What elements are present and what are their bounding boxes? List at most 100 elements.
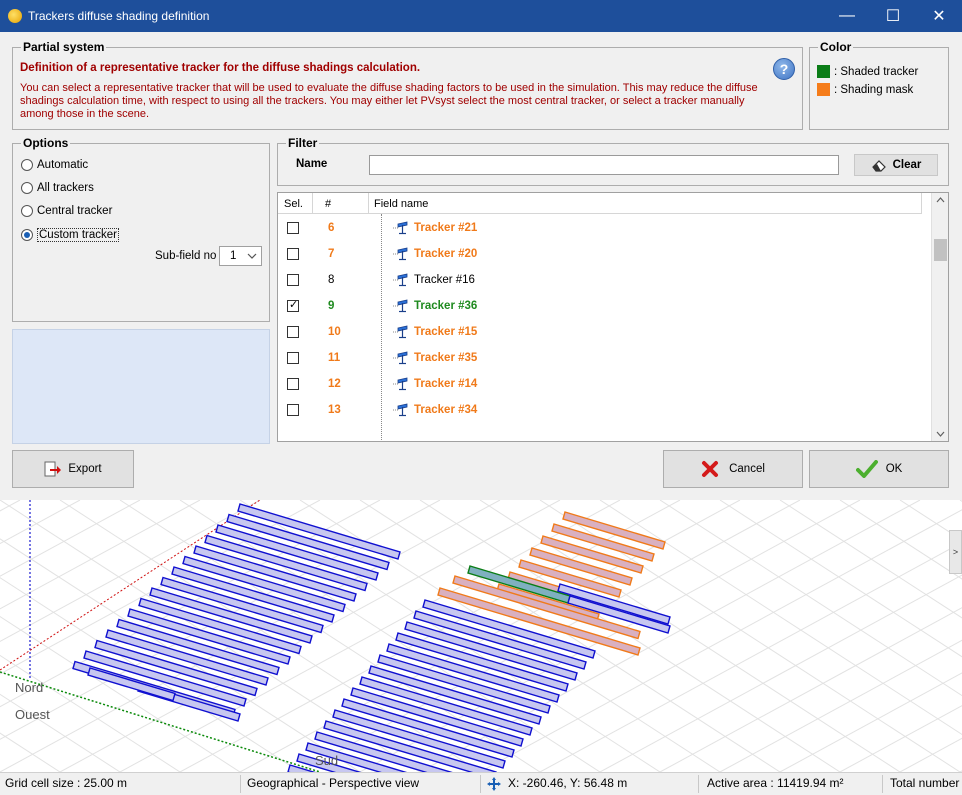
table-row[interactable]: 9 Tracker #36 [278, 293, 922, 319]
row-field-name: Tracker #21 [414, 222, 478, 234]
option-central-tracker[interactable]: Central tracker [21, 205, 112, 217]
row-number: 13 [328, 404, 341, 416]
row-checkbox[interactable] [287, 326, 299, 338]
row-checkbox[interactable] [287, 274, 299, 286]
table-row[interactable]: 11 Tracker #35 [278, 345, 922, 371]
row-number: 7 [328, 248, 335, 260]
table-row[interactable]: 7 Tracker #20 [278, 241, 922, 267]
row-checkbox[interactable] [287, 222, 299, 234]
row-checkbox[interactable] [287, 248, 299, 260]
dialog-body: Partial system Definition of a represent… [0, 32, 962, 500]
options-title: Options [21, 136, 71, 150]
table-row[interactable]: 8 Tracker #16 [278, 267, 922, 293]
row-checkbox[interactable] [287, 352, 299, 364]
side-panel-toggle[interactable]: > [949, 530, 962, 574]
table-row[interactable]: 12 Tracker #14 [278, 371, 922, 397]
option-automatic[interactable]: Automatic [21, 159, 88, 171]
scene-view[interactable]: Nord Ouest Sud [0, 500, 962, 772]
row-checkbox[interactable] [287, 298, 299, 312]
west-label: Ouest [15, 707, 50, 722]
minimize-icon: — [839, 7, 855, 24]
row-field-name: Tracker #14 [414, 378, 478, 390]
grid-scrollbar[interactable] [931, 193, 948, 441]
scroll-down-icon[interactable] [936, 431, 945, 437]
row-checkbox[interactable] [287, 404, 299, 416]
name-label: Name [296, 158, 328, 170]
radio-button[interactable] [21, 159, 33, 171]
legend-shading-mask: : Shading mask [817, 83, 913, 96]
description-text: You can select a representative tracker … [20, 82, 758, 120]
table-row[interactable]: 13 Tracker #34 [278, 397, 922, 423]
grid-line [359, 500, 781, 772]
maximize-button[interactable]: ☐ [870, 0, 916, 32]
ok-button[interactable]: OK [809, 450, 949, 488]
help-icon[interactable]: ? [773, 58, 795, 80]
row-number: 8 [328, 274, 335, 286]
color-group: Color : Shaded tracker : Shading mask [809, 40, 949, 130]
window-title: Trackers diffuse shading definition [28, 9, 210, 23]
filter-group: Filter Name Clear [277, 136, 949, 186]
cancel-x-icon [702, 461, 719, 477]
radio-button-selected[interactable] [21, 229, 33, 241]
grid-cell-size: Grid cell size : 25.00 m [5, 776, 128, 790]
grid-line [719, 500, 962, 658]
close-button[interactable]: ✕ [916, 0, 962, 32]
partial-system-title: Partial system [21, 40, 107, 54]
minimize-button[interactable]: — [824, 0, 870, 32]
export-button[interactable]: Export [12, 450, 134, 488]
grid-line [0, 693, 121, 772]
grid-line [839, 500, 962, 580]
eraser-icon [871, 160, 886, 172]
option-all-trackers[interactable]: All trackers [21, 182, 94, 194]
north-label: Nord [15, 680, 44, 695]
description-heading: Definition of a representative tracker f… [20, 62, 421, 74]
radio-button[interactable] [21, 205, 33, 217]
move-crosshair-icon [487, 777, 501, 791]
table-row[interactable]: 10 Tracker #15 [278, 319, 922, 345]
grid-line [839, 705, 962, 772]
row-field-name: Tracker #34 [414, 404, 478, 416]
name-filter-input[interactable] [369, 155, 839, 175]
tracker-icon [393, 403, 408, 417]
row-field-name: Tracker #35 [414, 352, 478, 364]
row-number: 11 [328, 352, 341, 364]
title-bar: Trackers diffuse shading definition — ☐ … [0, 0, 962, 32]
tracker-grid[interactable]: Sel. # Field name 6 Tracker #21 7 Tracker #… [277, 192, 949, 442]
tracker-icon [393, 325, 408, 339]
row-number: 10 [328, 326, 341, 338]
total-number: Total number [890, 776, 960, 790]
grid-line [779, 500, 962, 619]
active-area: Active area : 11419.94 m² [707, 776, 844, 790]
option-custom-tracker[interactable]: Custom tracker [21, 228, 119, 242]
tracker-icon [393, 299, 408, 313]
scene-canvas[interactable] [0, 500, 962, 772]
header-sel[interactable]: Sel. [284, 198, 303, 210]
header-field-name[interactable]: Field name [374, 198, 428, 210]
chevron-right-icon: > [952, 547, 959, 557]
tracker-icon [393, 273, 408, 287]
shaded-tracker-swatch [817, 65, 830, 78]
subfield-select[interactable]: 1 [219, 246, 262, 266]
subfield-label: Sub-field no [155, 250, 217, 262]
clear-button[interactable]: Clear [854, 154, 938, 176]
south-label: Sud [315, 753, 339, 768]
row-number: 12 [328, 378, 341, 390]
radio-button[interactable] [21, 182, 33, 194]
options-group: Options Automatic All trackers Central t… [12, 136, 270, 322]
info-panel [12, 329, 270, 444]
row-checkbox[interactable] [287, 378, 299, 390]
app-icon [8, 9, 22, 23]
legend-shaded-tracker: : Shaded tracker [817, 65, 918, 78]
tracker-icon [393, 377, 408, 391]
tracker-icon [393, 221, 408, 235]
row-field-name: Tracker #36 [414, 300, 478, 312]
close-icon: ✕ [932, 8, 946, 25]
scroll-thumb[interactable] [934, 239, 947, 261]
cancel-button[interactable]: Cancel [663, 450, 803, 488]
header-num[interactable]: # [325, 198, 331, 210]
grid-line [659, 500, 962, 697]
table-row[interactable]: 6 Tracker #21 [278, 215, 922, 241]
grid-header: Sel. # Field name [278, 193, 922, 214]
scroll-up-icon[interactable] [936, 197, 945, 203]
partial-system-group: Partial system Definition of a represent… [12, 40, 803, 130]
